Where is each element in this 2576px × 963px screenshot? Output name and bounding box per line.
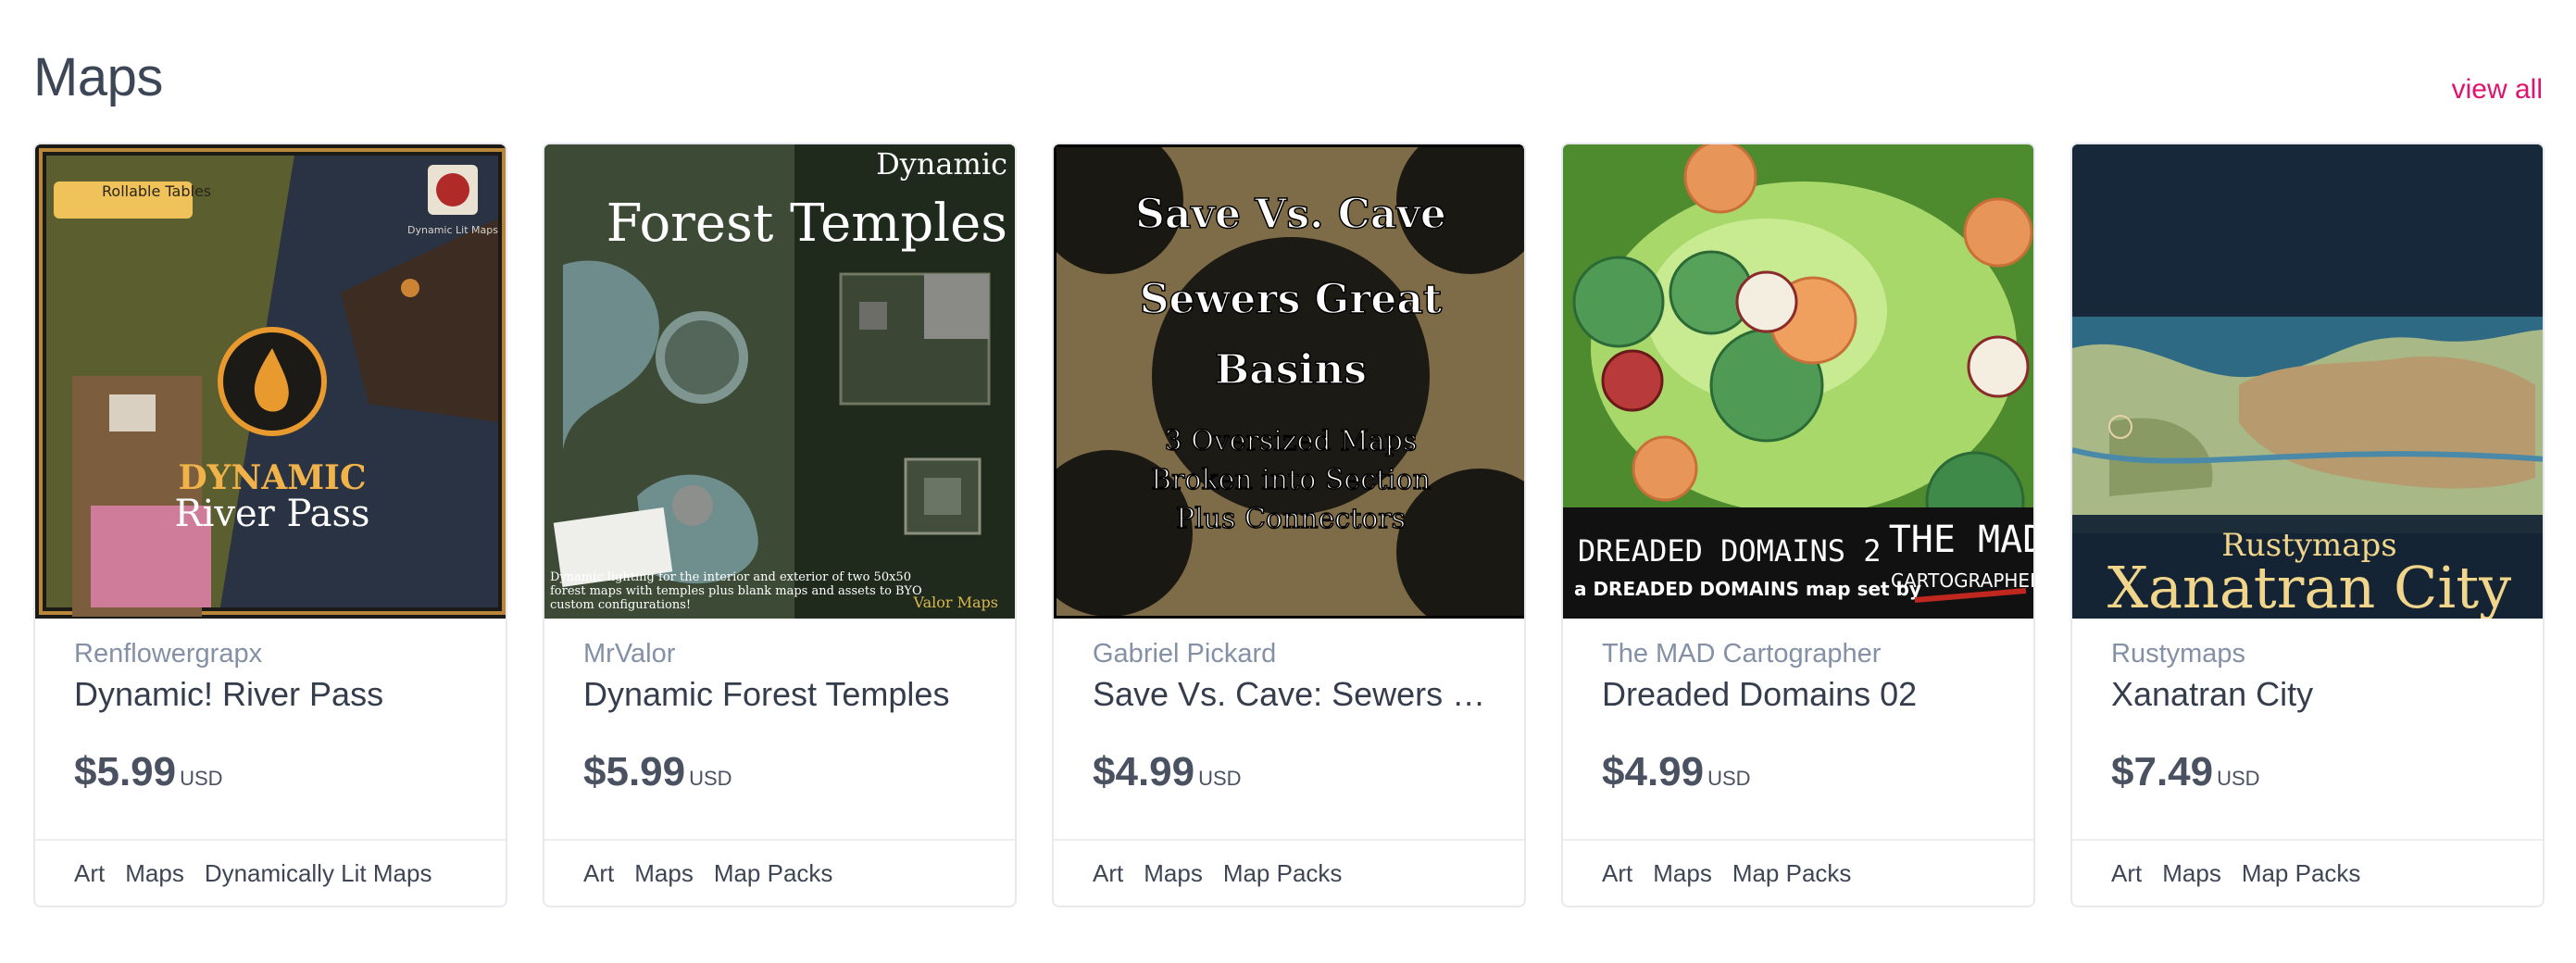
tag-link[interactable]: Maps (2162, 859, 2221, 888)
product-thumbnail[interactable]: Rollable Tables Dynamic Lit Maps DYNAMIC… (35, 144, 506, 619)
tag-link[interactable]: Maps (1653, 859, 1712, 888)
thumb-line2: Xanatran City (2107, 554, 2511, 619)
thumb-line2: Sewers Great (1140, 276, 1443, 323)
creator-name[interactable]: Renflowergrapx (74, 639, 487, 669)
section-title: Maps (33, 47, 163, 107)
card-body: MrValor Dynamic Forest Temples $5.99 USD (583, 633, 996, 795)
tag-list: Art Maps Dynamically Lit Maps (35, 839, 506, 906)
currency: USD (180, 767, 223, 790)
thumb-line5: Broken into Section (1151, 464, 1431, 496)
tag-link[interactable]: Art (1602, 859, 1632, 888)
thumb-badge: Rollable Tables (102, 182, 211, 200)
tag-list: Art Maps Map Packs (1563, 839, 2033, 906)
tag-link[interactable]: Maps (634, 859, 694, 888)
product-title[interactable]: Dreaded Domains 02 (1602, 675, 2015, 714)
price: $5.99 (74, 749, 177, 794)
tag-link[interactable]: Maps (1144, 859, 1203, 888)
card-body: Gabriel Pickard Save Vs. Cave: Sewers Gr… (1093, 633, 1506, 795)
price-row: $4.99 USD (1093, 749, 1506, 795)
product-card[interactable]: Rollable Tables Dynamic Lit Maps DYNAMIC… (33, 143, 507, 907)
product-thumbnail[interactable]: Save Vs. Cave Sewers Great Basins 3 Over… (1054, 144, 1524, 619)
currency: USD (1198, 767, 1242, 790)
creator-name[interactable]: The MAD Cartographer (1602, 639, 2015, 669)
tag-list: Art Maps Map Packs (2072, 839, 2543, 906)
card-body: Renflowergrapx Dynamic! River Pass $5.99… (74, 633, 487, 795)
card-body: Rustymaps Xanatran City $7.49 USD (2111, 633, 2524, 795)
currency: USD (689, 767, 732, 790)
thumb-line1: Dynamic (876, 146, 1007, 181)
tag-link[interactable]: Art (2111, 859, 2142, 888)
thumb-logo-bottom: CARTOGRAPHER (1891, 569, 2035, 592)
thumb-line2: Forest Temples (606, 194, 1007, 254)
tag-link[interactable]: Art (583, 859, 614, 888)
product-title[interactable]: Save Vs. Cave: Sewers Great Basins (1093, 675, 1506, 714)
thumb-logo-top: THE MAD (1889, 519, 2035, 561)
tag-link[interactable]: Map Packs (1223, 859, 1343, 888)
thumb-line1: DREADED DOMAINS 2 (1578, 533, 1882, 569)
thumb-corner-text: Dynamic Lit Maps (407, 224, 498, 236)
tag-link[interactable]: Map Packs (2242, 859, 2361, 888)
product-card[interactable]: Rustymaps Xanatran City Rustymaps Xanatr… (2070, 143, 2545, 907)
price: $7.49 (2111, 749, 2214, 794)
creator-name[interactable]: Gabriel Pickard (1093, 639, 1506, 669)
tag-link[interactable]: Map Packs (714, 859, 833, 888)
tag-link[interactable]: Maps (125, 859, 184, 888)
thumb-line3: Basins (1215, 346, 1367, 394)
tag-link[interactable]: Dynamically Lit Maps (205, 859, 432, 888)
price-row: $7.49 USD (2111, 749, 2524, 795)
product-thumbnail[interactable]: Dynamic Forest Temples Dynamic lighting … (544, 144, 1015, 619)
thumb-line1: Save Vs. Cave (1135, 191, 1446, 238)
price: $4.99 (1093, 749, 1195, 794)
price-row: $5.99 USD (583, 749, 996, 795)
currency: USD (1707, 767, 1751, 790)
view-all-link[interactable]: view all (2452, 74, 2543, 106)
product-title[interactable]: Dynamic Forest Temples (583, 675, 996, 714)
price: $4.99 (1602, 749, 1705, 794)
price: $5.99 (583, 749, 686, 794)
card-body: The MAD Cartographer Dreaded Domains 02 … (1602, 633, 2015, 795)
currency: USD (2217, 767, 2260, 790)
thumb-caption: Dynamic lighting for the interior and ex… (550, 570, 922, 612)
thumb-line4: 3 Oversized Maps (1165, 425, 1418, 457)
thumb-line2: River Pass (174, 493, 369, 535)
product-thumbnail[interactable]: DREADED DOMAINS 2 a DREADED DOMAINS map … (1563, 144, 2035, 619)
product-card[interactable]: DREADED DOMAINS 2 a DREADED DOMAINS map … (1561, 143, 2035, 907)
tag-link[interactable]: Art (1093, 859, 1123, 888)
product-thumbnail[interactable]: Rustymaps Xanatran City (2072, 144, 2543, 619)
product-list: Rollable Tables Dynamic Lit Maps DYNAMIC… (33, 143, 2545, 907)
price-row: $5.99 USD (74, 749, 487, 795)
product-card[interactable]: Save Vs. Cave Sewers Great Basins 3 Over… (1052, 143, 1526, 907)
thumb-logo: Valor Maps (913, 594, 998, 611)
tag-link[interactable]: Art (74, 859, 105, 888)
thumb-line6: Plus Connectors (1176, 503, 1406, 535)
tag-list: Art Maps Map Packs (544, 839, 1015, 906)
thumb-line1: DYNAMIC (178, 458, 366, 497)
product-card[interactable]: Dynamic Forest Temples Dynamic lighting … (543, 143, 1017, 907)
svg-text:Rollable Tables: Rollable Tables (102, 182, 211, 200)
tag-link[interactable]: Map Packs (1732, 859, 1852, 888)
creator-name[interactable]: MrValor (583, 639, 996, 669)
creator-name[interactable]: Rustymaps (2111, 639, 2524, 669)
product-title[interactable]: Xanatran City (2111, 675, 2524, 714)
product-title[interactable]: Dynamic! River Pass (74, 675, 487, 714)
price-row: $4.99 USD (1602, 749, 2015, 795)
section-header: Maps view all (33, 37, 2543, 120)
tag-list: Art Maps Map Packs (1054, 839, 1524, 906)
thumb-line2: a DREADED DOMAINS map set by (1574, 578, 1921, 600)
